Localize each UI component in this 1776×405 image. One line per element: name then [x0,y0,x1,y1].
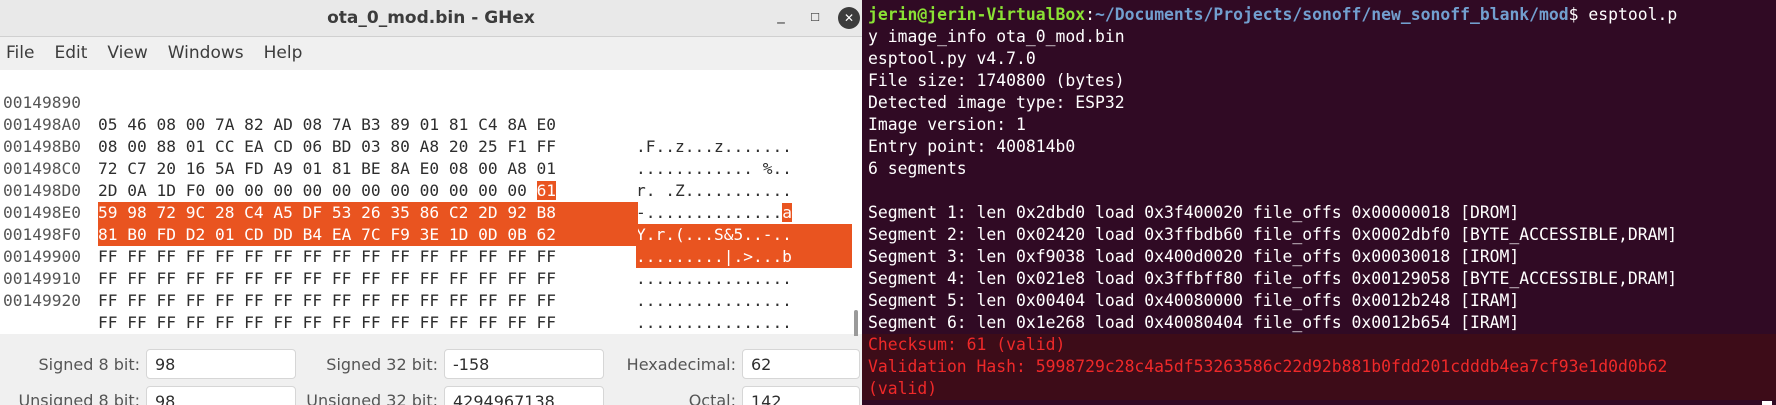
row-ascii-selected[interactable]: a [782,203,792,222]
unsigned8-field[interactable]: 98 [146,386,296,405]
menu-help[interactable]: Help [264,43,303,63]
hex-row[interactable]: 001498B0 72 C7 20 16 5A FD A9 01 81 BE 8… [0,114,792,200]
signed32-label: Signed 32 bit: [326,355,438,374]
row-ascii[interactable]: Y.r.(...S&5..-.. [636,224,852,246]
menu-view[interactable]: View [107,43,147,63]
maximize-button[interactable]: ☐ [804,7,826,29]
signed8-field[interactable]: 98 [146,349,296,379]
title-bar: ota_0_mod.bin - GHex _ ☐ ✕ [0,0,862,37]
hex-row[interactable]: 001498F0 FF FF FF FF FF FF FF FF FF FF F… [0,202,792,288]
prompt-path: ~/Documents/Projects/sonoff/new_sonoff_b… [1094,5,1569,24]
row-hex[interactable]: FF FF FF FF FF FF FF FF FF FF FF FF FF F… [98,290,638,312]
segment-line: Segment 6: len 0x1e268 load 0x40080404 f… [868,313,1520,332]
row-hex[interactable]: 72 C7 20 16 5A FD A9 01 81 BE 8A E0 08 0… [98,158,638,180]
output-line: Image version: 1 [868,115,1026,134]
validation-hash-line: Validation Hash: 5998729c28c4a5df5326358… [868,357,1668,376]
valid-line: (valid) [868,379,938,398]
row-hex[interactable]: 59 98 72 9C 28 C4 A5 DF 53 26 35 86 C2 2… [98,202,638,224]
row-hex[interactable]: FF FF FF FF FF FF FF FF FF FF FF FF FF F… [98,268,638,290]
row-ascii[interactable]: ................ [636,290,852,312]
row-ascii[interactable]: ............ %.. [636,158,852,180]
segment-line: Segment 2: len 0x02420 load 0x3ffbdb60 f… [868,225,1678,244]
row-ascii[interactable]: .F..z...z....... [636,136,852,158]
output-line: File size: 1740800 (bytes) [868,71,1125,90]
segment-line: Segment 1: len 0x2dbd0 load 0x3f400020 f… [868,203,1520,222]
row-hex-unselected[interactable]: 2D 0A 1D F0 00 00 00 00 00 00 00 00 00 0… [98,181,537,200]
row-offset: 00149920 [3,291,81,310]
row-hex[interactable]: 81 B0 FD D2 01 CD DD B4 EA 7C F9 3E 1D 0… [98,224,638,246]
row-hex[interactable]: FF FF FF FF FF FF FF FF FF FF FF FF FF F… [98,312,638,334]
ghex-window: ota_0_mod.bin - GHex _ ☐ ✕ File Edit Vie… [0,0,862,405]
row-ascii[interactable]: ................ [636,268,852,290]
unsigned8-label: Unsigned 8 bit: [18,391,140,405]
prompt-user: jerin@jerin-VirtualBox [868,5,1086,24]
row-hex[interactable]: 05 46 08 00 7A 82 AD 08 7A B3 89 01 81 C… [98,114,638,136]
output-line: 6 segments [868,159,967,178]
row-hex[interactable]: 2D 0A 1D F0 00 00 00 00 00 00 00 00 00 0… [98,180,638,202]
prompt-separator: : [1085,5,1095,24]
minimize-button[interactable]: _ [770,4,792,26]
error-highlight: Checksum: 61 (valid) Validation Hash: 59… [862,334,1776,400]
menu-file[interactable]: File [6,43,34,63]
row-ascii[interactable]: ................ [636,312,852,334]
row-ascii[interactable]: -..............a [636,202,852,224]
output-line: esptool.py v4.7.0 [868,49,1036,68]
menu-windows[interactable]: Windows [168,43,244,63]
unsigned32-field[interactable]: 4294967138 [444,386,604,405]
hex-view[interactable]: 00149890 05 46 08 00 7A 82 AD 08 7A B3 8… [0,70,862,354]
checksum-line: Checksum: 61 (valid) [868,335,1066,354]
segment-line: Segment 3: len 0xf9038 load 0x400d0020 f… [868,247,1520,266]
signed32-field[interactable]: -158 [444,349,604,379]
row-hex[interactable]: FF FF FF FF FF FF FF FF FF FF FF FF FF F… [98,246,638,268]
row-hex[interactable]: 08 00 88 01 CC EA CD 06 BD 03 80 A8 20 2… [98,136,638,158]
row-hex-selected[interactable]: 61 [536,181,557,200]
hex-row[interactable]: 00149920 FF FF FF FF FF FF FF FF FF FF F… [0,268,792,354]
hexadecimal-label: Hexadecimal: [626,355,736,374]
output-line: Entry point: 400814b0 [868,137,1076,156]
menu-edit[interactable]: Edit [54,43,87,63]
hex-row[interactable]: 001498A0 08 00 88 01 CC EA CD 06 BD 03 8… [0,92,792,178]
close-button[interactable]: ✕ [838,7,860,29]
octal-field[interactable]: 142 [742,386,860,405]
octal-label: Octal: [688,391,736,405]
row-ascii[interactable]: .........|.>...b [636,246,852,268]
prompt-command: $ esptool.p [1568,5,1678,24]
menu-bar: File Edit View Windows Help [0,37,862,69]
hex-row-selected[interactable]: 001498D0 59 98 72 9C 28 C4 A5 DF 53 26 3… [0,158,852,246]
output-line: Detected image type: ESP32 [868,93,1125,112]
cursor [1762,398,1772,405]
hex-row[interactable]: 00149890 05 46 08 00 7A 82 AD 08 7A B3 8… [0,70,792,156]
hex-row[interactable]: 001498C0 2D 0A 1D F0 00 00 00 00 00 00 0… [0,136,792,222]
value-inspector: Signed 8 bit: 98 Signed 32 bit: -158 Hex… [0,336,862,405]
signed8-label: Signed 8 bit: [38,355,140,374]
hex-row[interactable]: 00149900 FF FF FF FF FF FF FF FF FF FF F… [0,224,792,310]
segment-line: Segment 5: len 0x00404 load 0x40080000 f… [868,291,1520,310]
hexadecimal-field[interactable]: 62 [742,349,860,379]
hex-row[interactable]: 00149910 FF FF FF FF FF FF FF FF FF FF F… [0,246,792,332]
row-ascii-unselected[interactable]: -.............. [636,203,782,222]
segment-line: Segment 4: len 0x021e8 load 0x3ffbff80 f… [868,269,1678,288]
window-title: ota_0_mod.bin - GHex [327,8,535,28]
unsigned32-label: Unsigned 32 bit: [306,391,438,405]
row-ascii[interactable]: r. .Z........... [636,180,852,202]
output-line: y image_info ota_0_mod.bin [868,27,1125,46]
terminal-window[interactable]: jerin@jerin-VirtualBox:~/Documents/Proje… [862,0,1776,405]
prompt-line: jerin@jerin-VirtualBox:~/Documents/Proje… [868,4,1677,26]
hex-row-selected[interactable]: 001498E0 81 B0 FD D2 01 CD DD B4 EA 7C F… [0,180,852,268]
